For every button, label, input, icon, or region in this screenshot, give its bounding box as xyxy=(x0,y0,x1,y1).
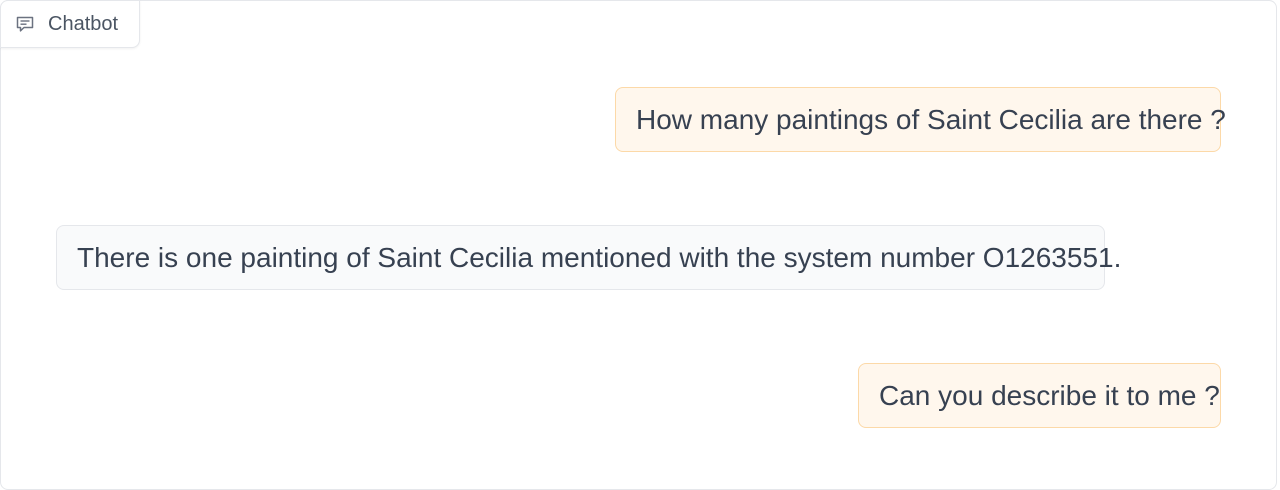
chatbot-label: Chatbot xyxy=(0,0,140,48)
bot-message: There is one painting of Saint Cecilia m… xyxy=(56,225,1121,290)
chatbot-panel: Chatbot How many paintings of Saint Ceci… xyxy=(0,0,1277,490)
user-message: How many paintings of Saint Cecilia are … xyxy=(615,87,1226,152)
user-message: Can you describe it to me ? xyxy=(858,363,1221,428)
chat-bubble-icon xyxy=(15,15,35,33)
chatbot-label-text: Chatbot xyxy=(48,13,119,35)
